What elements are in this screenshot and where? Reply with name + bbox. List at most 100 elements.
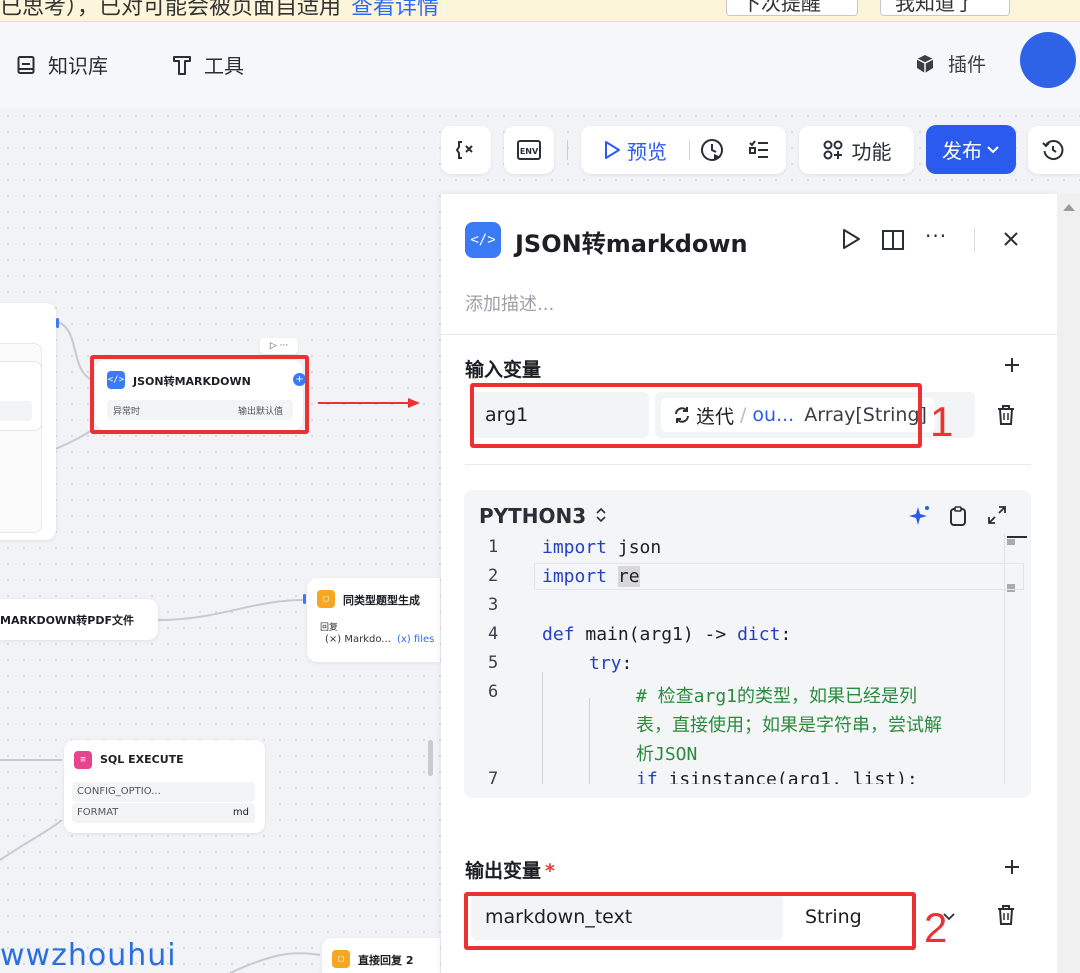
preview-button[interactable]: 预览 bbox=[581, 126, 689, 174]
banner-message: 已思考），已对可能会被页面自适用 bbox=[0, 0, 342, 20]
canvas-scrollbar[interactable] bbox=[428, 740, 433, 776]
history-button[interactable] bbox=[1028, 126, 1080, 174]
panel-scrollbar[interactable] bbox=[1057, 194, 1080, 973]
similar-node-var2: (x) files bbox=[397, 634, 435, 645]
env-icon-label: ENV bbox=[520, 147, 539, 156]
play-icon bbox=[605, 141, 620, 159]
code-icon: </> bbox=[107, 371, 125, 389]
delete-output-button[interactable] bbox=[996, 904, 1016, 930]
sparkle-icon bbox=[909, 506, 929, 525]
banner-link[interactable]: 查看详情 bbox=[351, 0, 439, 20]
user-avatar[interactable] bbox=[1020, 32, 1076, 88]
line-number-3: 3 bbox=[488, 595, 499, 615]
output-section-title: 输出变量 * bbox=[465, 856, 555, 883]
delete-input-button[interactable] bbox=[996, 404, 1016, 430]
json-node-title: JSON转MARKDOWN bbox=[133, 375, 251, 388]
dismiss-button[interactable]: 我知道了 bbox=[880, 0, 1010, 16]
notice-banner: 已思考），已对可能会被页面自适用 查看详情 下次提醒 我知道了 bbox=[0, 0, 1080, 22]
line-number-2: 2 bbox=[488, 566, 499, 586]
preview-group: 预览 bbox=[581, 126, 786, 174]
input-var-name-field[interactable]: arg1 bbox=[471, 392, 649, 438]
sql-node-title: SQL EXECUTE bbox=[100, 753, 184, 766]
add-input-button[interactable] bbox=[1003, 356, 1021, 378]
cube-icon bbox=[916, 54, 934, 73]
copy-code-button[interactable] bbox=[949, 505, 967, 531]
divider-1 bbox=[441, 334, 1057, 335]
code-language-select[interactable]: PYTHON3 bbox=[479, 504, 607, 528]
close-icon bbox=[1004, 232, 1018, 246]
direct-reply-title: 直接回复 2 bbox=[358, 954, 414, 967]
indent-guide-1 bbox=[542, 672, 543, 784]
markdown-to-pdf-node[interactable]: MARKDOWN转PDF文件 bbox=[0, 599, 158, 640]
checklist-icon bbox=[749, 140, 768, 158]
output-var-name-field[interactable]: markdown_text bbox=[471, 894, 783, 940]
code-line-4-end: : bbox=[780, 624, 792, 645]
similar-question-node[interactable]: ▢ 同类型题型生成 回复 (×) Markdo... (x) files bbox=[307, 578, 440, 662]
sql-row2-value: md bbox=[232, 807, 249, 818]
port-dot-2[interactable] bbox=[303, 594, 306, 604]
panel-close-button[interactable] bbox=[1002, 230, 1020, 252]
code-line-6b: 表，直接使用；如果是字符串，尝试解 bbox=[636, 715, 942, 736]
banner-text: 已思考），已对可能会被页面自适用 查看详情 bbox=[0, 0, 439, 21]
input-source-chip[interactable]: 迭代 / ou... Array[String] bbox=[661, 398, 935, 432]
env-button[interactable]: ENV bbox=[504, 126, 554, 174]
nav-knowledge-label: 知识库 bbox=[48, 54, 108, 78]
node-mini-toolbar[interactable]: ▷ ··· bbox=[260, 338, 298, 354]
sql-execute-node[interactable]: ≡ SQL EXECUTE CONFIG_OPTIO... FORMAT md bbox=[64, 740, 265, 833]
history-run-button[interactable] bbox=[699, 137, 727, 165]
scroll-up-arrow-icon[interactable] bbox=[1063, 204, 1075, 211]
port-dot[interactable] bbox=[56, 318, 59, 328]
tool-icon bbox=[173, 55, 191, 75]
inner-card-row bbox=[0, 401, 32, 421]
chevron-down-icon bbox=[987, 145, 999, 153]
checklist-button[interactable] bbox=[747, 137, 775, 165]
sort-icon bbox=[596, 507, 606, 523]
code-line-2-keyword: import bbox=[542, 566, 608, 587]
line-number-5: 5 bbox=[488, 653, 499, 673]
sql-row1-label: CONFIG_OPTIO... bbox=[77, 786, 161, 797]
input-source-sep: / bbox=[740, 404, 747, 426]
description-input[interactable]: 添加描述... bbox=[465, 290, 554, 316]
input-source-type: Array[String] bbox=[804, 404, 927, 426]
loop-container-node[interactable] bbox=[0, 303, 56, 540]
watermark-text: wwzhouhui bbox=[0, 938, 177, 973]
panel-header-divider bbox=[974, 228, 975, 252]
code-line-2: import re bbox=[542, 566, 640, 587]
loop-icon bbox=[675, 407, 689, 423]
expand-editor-button[interactable] bbox=[986, 504, 1008, 530]
minimap-mark-2 bbox=[1007, 539, 1015, 545]
code-line-1-rest: json bbox=[607, 537, 662, 558]
minimap-mark-1 bbox=[1007, 536, 1027, 538]
code-line-5-end: : bbox=[621, 653, 633, 674]
output-section-label: 输出变量 bbox=[465, 860, 542, 882]
sql-node-row1: CONFIG_OPTIO... bbox=[72, 782, 255, 802]
input-source-prefix: 迭代 bbox=[696, 405, 735, 428]
nav-tools[interactable]: 工具 bbox=[172, 50, 244, 79]
code-editor[interactable]: PYTHON3 1 import json 2 import re 3 4 de… bbox=[464, 490, 1031, 798]
panel-docs-button[interactable] bbox=[881, 229, 905, 255]
publish-button[interactable]: 发布 bbox=[926, 125, 1016, 174]
input-var-source-field[interactable]: 迭代 / ou... Array[String] bbox=[655, 392, 975, 438]
env-icon: ENV bbox=[517, 140, 541, 160]
code-line-6c: 析JSON bbox=[636, 744, 698, 765]
code-content[interactable]: 1 import json 2 import re 3 4 def main(a… bbox=[464, 534, 1031, 784]
publish-label: 发布 bbox=[942, 139, 982, 163]
nav-knowledge[interactable]: 知识库 bbox=[16, 50, 108, 79]
features-button[interactable]: 功能 bbox=[799, 126, 914, 174]
remind-later-button[interactable]: 下次提醒 bbox=[726, 0, 858, 16]
code-line-7-rest: isinstance(arg1, list): bbox=[657, 769, 918, 784]
sql-node-row2: FORMAT md bbox=[72, 803, 255, 823]
similar-node-var1: (×) Markdo... bbox=[325, 634, 391, 645]
panel-more-button[interactable]: ··· bbox=[925, 224, 947, 248]
ai-assist-button[interactable] bbox=[908, 504, 932, 532]
code-line-4-type: dict bbox=[737, 624, 781, 645]
add-output-button[interactable] bbox=[1003, 858, 1021, 880]
panel-run-button[interactable] bbox=[841, 228, 861, 254]
json-to-markdown-node[interactable]: </> JSON转MARKDOWN 异常时 输出默认值 bbox=[95, 360, 303, 430]
json-node-output-port[interactable]: + bbox=[293, 373, 306, 386]
direct-reply-node[interactable]: ▢ 直接回复 2 bbox=[322, 938, 440, 973]
code-line-1: import json bbox=[542, 537, 661, 558]
history-icon bbox=[1042, 140, 1064, 160]
clear-variables-button[interactable] bbox=[441, 126, 491, 174]
nav-plugins[interactable]: 插件 bbox=[914, 50, 986, 77]
